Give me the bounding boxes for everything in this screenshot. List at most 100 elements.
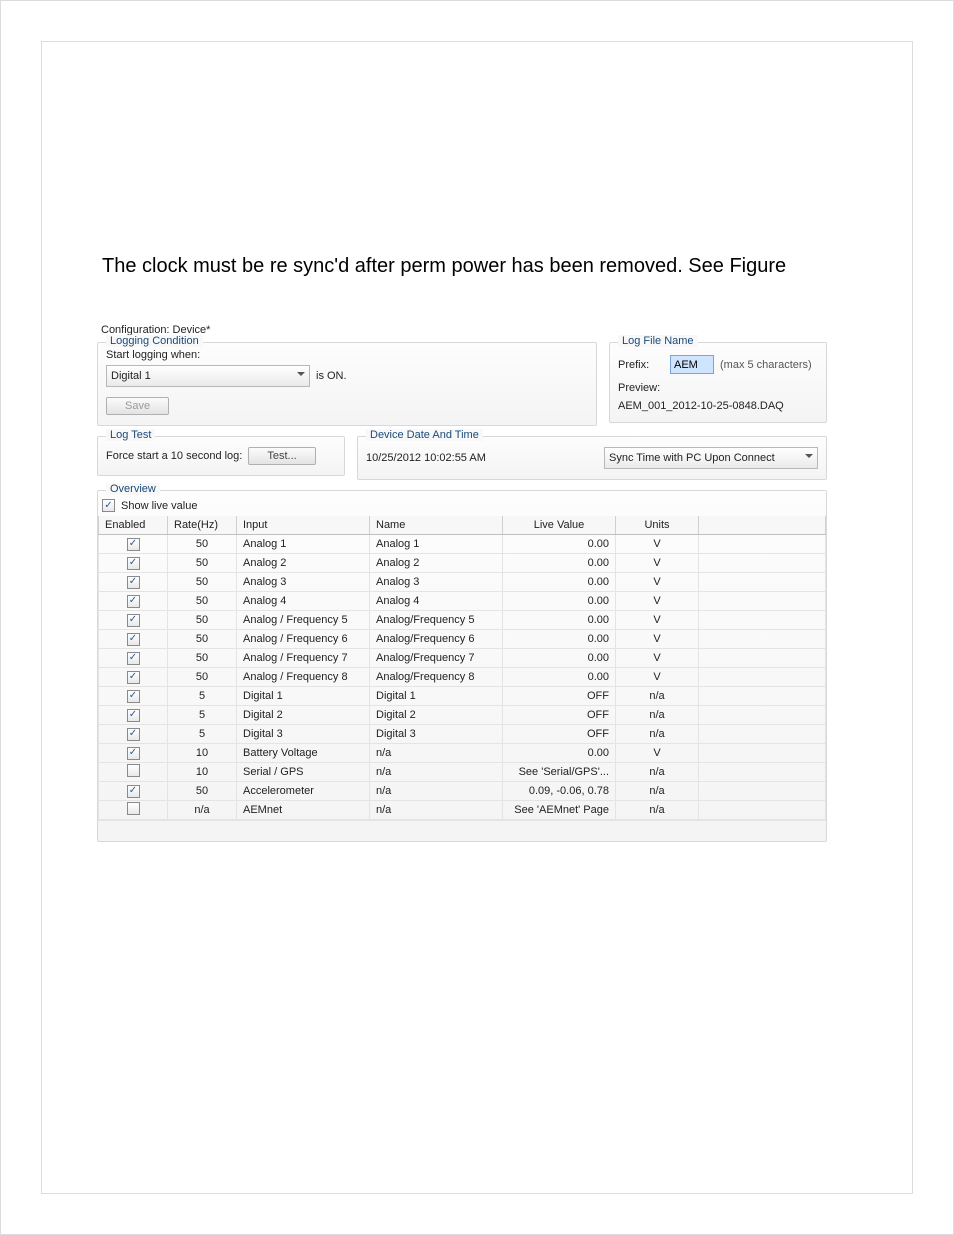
table-row[interactable]: 5Digital 3Digital 3OFFn/a [99, 725, 826, 744]
test-button[interactable]: Test... [248, 447, 315, 465]
row-live: 0.00 [503, 611, 616, 630]
table-row[interactable]: 50Accelerometern/a0.09, -0.06, 0.78n/a [99, 782, 826, 801]
table-row[interactable]: 50Analog 3Analog 30.00V [99, 573, 826, 592]
row-enabled-checkbox[interactable] [127, 802, 140, 815]
datetime-legend: Device Date And Time [366, 429, 483, 441]
row-live: 0.00 [503, 668, 616, 687]
row-rate: 50 [168, 592, 237, 611]
col-rate[interactable]: Rate(Hz) [168, 516, 237, 535]
logtest-label: Force start a 10 second log: [106, 450, 242, 462]
row-units: V [616, 573, 699, 592]
row-name: n/a [370, 763, 503, 782]
table-row[interactable]: 50Analog / Frequency 5Analog/Frequency 5… [99, 611, 826, 630]
col-extra [699, 516, 826, 535]
row-enabled-checkbox[interactable] [127, 614, 140, 627]
row-enabled-checkbox[interactable] [127, 690, 140, 703]
row-input: Analog / Frequency 5 [237, 611, 370, 630]
table-row[interactable]: 50Analog / Frequency 8Analog/Frequency 8… [99, 668, 826, 687]
prefix-label: Prefix: [618, 359, 664, 371]
row-input: Battery Voltage [237, 744, 370, 763]
row-units: V [616, 630, 699, 649]
row-live: 0.00 [503, 592, 616, 611]
datetime-group: Device Date And Time 10/25/2012 10:02:55… [357, 436, 827, 480]
col-live[interactable]: Live Value [503, 516, 616, 535]
logfile-legend: Log File Name [618, 335, 698, 347]
row-units: n/a [616, 782, 699, 801]
table-row[interactable]: 5Digital 1Digital 1OFFn/a [99, 687, 826, 706]
row-input: Analog / Frequency 7 [237, 649, 370, 668]
table-row[interactable]: 50Analog 1Analog 10.00V [99, 535, 826, 554]
row-input: Analog / Frequency 6 [237, 630, 370, 649]
row-units: n/a [616, 687, 699, 706]
row-name: Digital 1 [370, 687, 503, 706]
row-enabled-checkbox[interactable] [127, 595, 140, 608]
row-live: OFF [503, 706, 616, 725]
logging-channel-dropdown[interactable]: Digital 1 [106, 365, 310, 387]
row-input: AEMnet [237, 801, 370, 820]
row-enabled-checkbox[interactable] [127, 576, 140, 589]
row-rate: 5 [168, 725, 237, 744]
col-input[interactable]: Input [237, 516, 370, 535]
prefix-input[interactable] [670, 355, 714, 374]
row-rate: 10 [168, 763, 237, 782]
row-live: OFF [503, 687, 616, 706]
row-rate: n/a [168, 801, 237, 820]
row-input: Digital 1 [237, 687, 370, 706]
row-units: V [616, 535, 699, 554]
overview-table: Enabled Rate(Hz) Input Name Live Value U… [98, 516, 826, 820]
row-name: Analog/Frequency 6 [370, 630, 503, 649]
start-logging-label: Start logging when: [106, 349, 588, 361]
table-row[interactable]: 5Digital 2Digital 2OFFn/a [99, 706, 826, 725]
table-row[interactable]: 10Battery Voltagen/a0.00V [99, 744, 826, 763]
preview-label: Preview: [618, 382, 664, 394]
row-input: Analog 4 [237, 592, 370, 611]
sync-dropdown[interactable]: Sync Time with PC Upon Connect [604, 447, 818, 469]
col-name[interactable]: Name [370, 516, 503, 535]
config-window: Configuration: Device* Logging Condition… [97, 320, 827, 842]
row-live: 0.00 [503, 744, 616, 763]
row-input: Analog 2 [237, 554, 370, 573]
row-enabled-checkbox[interactable] [127, 785, 140, 798]
row-live: 0.09, -0.06, 0.78 [503, 782, 616, 801]
save-button[interactable]: Save [106, 397, 169, 415]
row-enabled-checkbox[interactable] [127, 538, 140, 551]
logging-condition-group: Logging Condition Start logging when: Di… [97, 342, 597, 426]
row-units: V [616, 649, 699, 668]
row-enabled-checkbox[interactable] [127, 764, 140, 777]
table-row[interactable]: 50Analog 4Analog 40.00V [99, 592, 826, 611]
row-rate: 50 [168, 782, 237, 801]
row-input: Analog 1 [237, 535, 370, 554]
row-rate: 5 [168, 687, 237, 706]
row-enabled-checkbox[interactable] [127, 709, 140, 722]
row-units: n/a [616, 706, 699, 725]
overview-group: Overview Show live value Enabled Rate(Hz… [97, 490, 827, 842]
table-row[interactable]: 50Analog / Frequency 7Analog/Frequency 7… [99, 649, 826, 668]
caption-text: The clock must be re sync'd after perm p… [102, 252, 862, 280]
row-units: V [616, 744, 699, 763]
row-enabled-checkbox[interactable] [127, 633, 140, 646]
logging-legend: Logging Condition [106, 335, 203, 347]
row-name: Analog 1 [370, 535, 503, 554]
row-name: Analog 4 [370, 592, 503, 611]
table-row[interactable]: n/aAEMnetn/aSee 'AEMnet' Pagen/a [99, 801, 826, 820]
row-live: 0.00 [503, 535, 616, 554]
row-enabled-checkbox[interactable] [127, 747, 140, 760]
row-live: 0.00 [503, 649, 616, 668]
table-row[interactable]: 10Serial / GPSn/aSee 'Serial/GPS'...n/a [99, 763, 826, 782]
row-enabled-checkbox[interactable] [127, 652, 140, 665]
row-units: n/a [616, 801, 699, 820]
col-units[interactable]: Units [616, 516, 699, 535]
row-rate: 50 [168, 668, 237, 687]
table-row[interactable]: 50Analog 2Analog 20.00V [99, 554, 826, 573]
show-live-checkbox[interactable] [102, 499, 115, 512]
row-enabled-checkbox[interactable] [127, 728, 140, 741]
row-input: Serial / GPS [237, 763, 370, 782]
row-rate: 50 [168, 649, 237, 668]
row-enabled-checkbox[interactable] [127, 671, 140, 684]
logging-state-suffix: is ON. [316, 370, 347, 382]
row-name: Analog 3 [370, 573, 503, 592]
row-enabled-checkbox[interactable] [127, 557, 140, 570]
row-name: Analog/Frequency 5 [370, 611, 503, 630]
table-row[interactable]: 50Analog / Frequency 6Analog/Frequency 6… [99, 630, 826, 649]
col-enabled[interactable]: Enabled [99, 516, 168, 535]
